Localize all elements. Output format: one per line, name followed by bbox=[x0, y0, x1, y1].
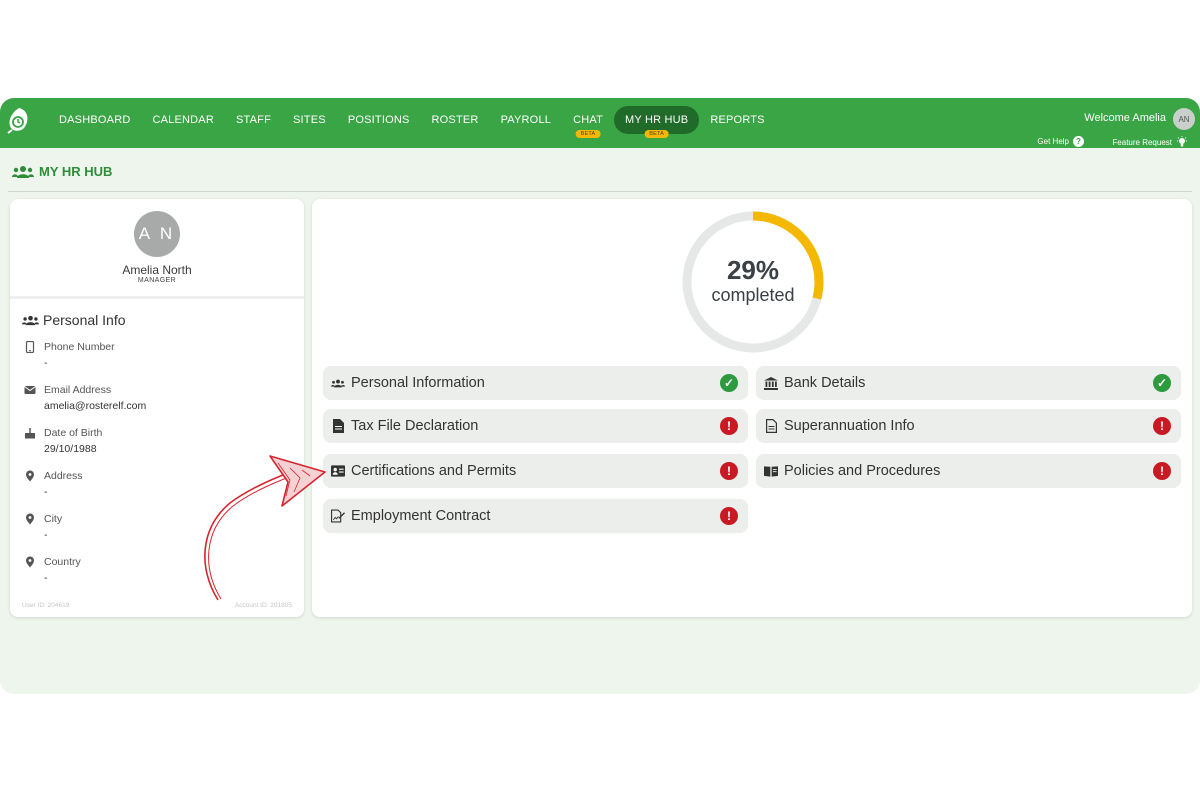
nav-label: STAFF bbox=[236, 114, 272, 126]
get-help-link[interactable]: Get Help ? bbox=[1037, 136, 1084, 147]
nav-label: REPORTS bbox=[710, 114, 765, 126]
page-title: MY HR HUB bbox=[39, 164, 113, 179]
field-label: Address bbox=[44, 470, 83, 482]
welcome-text: Welcome Amelia bbox=[1084, 112, 1166, 124]
field-value: 29/10/1988 bbox=[44, 443, 97, 455]
exclamation-circle-icon: ! bbox=[1153, 417, 1171, 435]
exclamation-circle-icon: ! bbox=[720, 462, 738, 480]
field-label: Country bbox=[44, 556, 81, 568]
profile-role: MANAGER bbox=[137, 277, 177, 284]
nav-label: SITES bbox=[293, 114, 326, 126]
users-icon bbox=[22, 315, 39, 325]
personal-info-title: Personal Info bbox=[43, 312, 126, 328]
profile-avatar: A N bbox=[134, 211, 180, 257]
task-label: Certifications and Permits bbox=[351, 463, 517, 479]
nav-my-hr-hub[interactable]: MY HR HUB BETA bbox=[614, 106, 700, 138]
app-window: DASHBOARD CALENDAR STAFF SITES POSITIONS… bbox=[0, 98, 1200, 694]
progress-percent: 29% bbox=[726, 255, 780, 285]
nav-label: DASHBOARD bbox=[59, 114, 131, 126]
nav-positions[interactable]: POSITIONS bbox=[337, 106, 421, 134]
profile-name: Amelia North bbox=[122, 263, 192, 277]
document-outline-icon bbox=[764, 419, 778, 433]
field-label: City bbox=[44, 513, 63, 525]
phone-icon bbox=[25, 341, 35, 353]
bank-icon bbox=[764, 376, 778, 390]
nav-label: ROSTER bbox=[431, 114, 479, 126]
task-label: Personal Information bbox=[351, 375, 485, 391]
annotation-arrow-icon bbox=[204, 455, 326, 601]
nav-payroll[interactable]: PAYROLL bbox=[490, 106, 563, 134]
user-id: User ID: 204619 bbox=[22, 602, 70, 609]
personal-info-heading: Personal Info bbox=[22, 312, 126, 328]
task-label: Bank Details bbox=[784, 375, 866, 391]
nav-label: POSITIONS bbox=[347, 114, 410, 126]
cake-icon bbox=[25, 428, 35, 439]
nav-label: PAYROLL bbox=[500, 114, 552, 126]
task-label: Policies and Procedures bbox=[784, 463, 941, 479]
field-value: - bbox=[44, 529, 48, 541]
beta-badge: BETA bbox=[644, 130, 670, 138]
nav-chat[interactable]: CHAT BETA bbox=[562, 106, 614, 138]
divider bbox=[8, 191, 1192, 192]
field-value: - bbox=[44, 486, 48, 498]
profile-summary: A N Amelia North MANAGER bbox=[10, 199, 304, 299]
task-label: Employment Contract bbox=[351, 508, 491, 524]
task-label: Tax File Declaration bbox=[351, 418, 479, 434]
main-nav: DASHBOARD CALENDAR STAFF SITES POSITIONS… bbox=[48, 98, 776, 142]
document-icon bbox=[331, 419, 345, 433]
map-pin-icon bbox=[26, 513, 34, 525]
exclamation-circle-icon: ! bbox=[720, 507, 738, 525]
nav-label: MY HR HUB bbox=[625, 114, 689, 126]
nav-sites[interactable]: SITES bbox=[282, 106, 337, 134]
hr-hub-card: 29% completed Personal Information ✓ Ban… bbox=[312, 199, 1192, 617]
field-value: - bbox=[44, 357, 48, 369]
map-pin-icon bbox=[26, 470, 34, 482]
user-avatar[interactable]: AN bbox=[1173, 108, 1195, 130]
feature-request-link[interactable]: Feature Request bbox=[1112, 136, 1188, 148]
field-value: - bbox=[44, 572, 48, 584]
task-personal-information[interactable]: Personal Information ✓ bbox=[323, 366, 748, 400]
question-circle-icon: ? bbox=[1073, 136, 1084, 147]
field-label: Phone Number bbox=[44, 341, 115, 353]
book-icon bbox=[764, 464, 778, 478]
exclamation-circle-icon: ! bbox=[1153, 462, 1171, 480]
nav-calendar[interactable]: CALENDAR bbox=[141, 106, 225, 134]
field-value: amelia@rosterelf.com bbox=[44, 400, 147, 412]
nav-label: CHAT bbox=[573, 114, 604, 126]
users-icon bbox=[331, 376, 345, 390]
nav-reports[interactable]: REPORTS bbox=[699, 106, 775, 134]
field-label: Email Address bbox=[44, 384, 112, 396]
top-nav-bar: DASHBOARD CALENDAR STAFF SITES POSITIONS… bbox=[0, 98, 1200, 148]
beta-badge: BETA bbox=[575, 130, 601, 138]
task-employment-contract[interactable]: Employment Contract ! bbox=[323, 499, 748, 533]
get-help-label: Get Help bbox=[1037, 137, 1069, 146]
task-label: Superannuation Info bbox=[784, 418, 915, 434]
lightbulb-icon bbox=[1177, 136, 1187, 147]
nav-label: CALENDAR bbox=[152, 114, 214, 126]
task-policies-and-procedures[interactable]: Policies and Procedures ! bbox=[756, 454, 1181, 488]
feature-request-label: Feature Request bbox=[1112, 137, 1172, 147]
exclamation-circle-icon: ! bbox=[720, 417, 738, 435]
nav-staff[interactable]: STAFF bbox=[225, 106, 282, 134]
task-tax-file-declaration[interactable]: Tax File Declaration ! bbox=[323, 409, 748, 443]
leaf-logo-icon[interactable] bbox=[6, 106, 32, 134]
check-circle-icon: ✓ bbox=[1153, 374, 1171, 392]
map-pin-icon bbox=[26, 556, 34, 568]
task-superannuation-info[interactable]: Superannuation Info ! bbox=[756, 409, 1181, 443]
users-icon bbox=[12, 165, 34, 178]
task-certifications-and-permits[interactable]: Certifications and Permits ! bbox=[323, 454, 748, 488]
nav-roster[interactable]: ROSTER bbox=[421, 106, 490, 134]
page-header: MY HR HUB bbox=[12, 164, 112, 179]
field-label: Date of Birth bbox=[44, 427, 103, 439]
check-circle-icon: ✓ bbox=[720, 374, 738, 392]
task-bank-details[interactable]: Bank Details ✓ bbox=[756, 366, 1181, 400]
nav-dashboard[interactable]: DASHBOARD bbox=[48, 106, 141, 134]
progress-label: completed bbox=[711, 285, 795, 305]
envelope-icon bbox=[24, 386, 36, 394]
